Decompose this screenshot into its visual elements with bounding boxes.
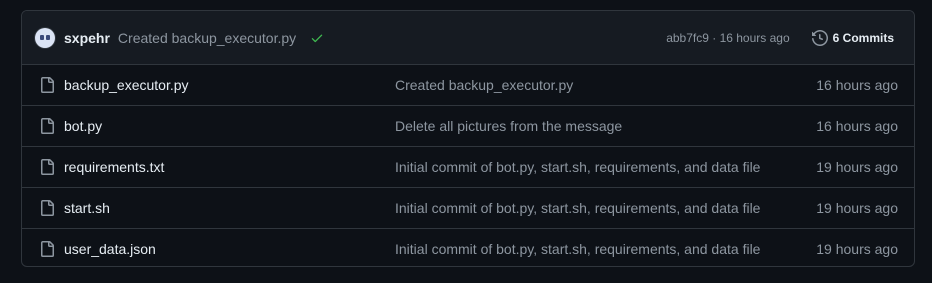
file-commit-time: 16 hours ago bbox=[816, 118, 898, 134]
file-commit-time: 19 hours ago bbox=[816, 241, 898, 257]
file-commit-message[interactable]: Initial commit of bot.py, start.sh, requ… bbox=[395, 241, 816, 257]
file-icon bbox=[39, 77, 55, 93]
file-name-link[interactable]: requirements.txt bbox=[64, 159, 395, 175]
latest-commit-bar: sxpehr Created backup_executor.py abb7fc… bbox=[22, 11, 914, 65]
commit-time: 16 hours ago bbox=[719, 30, 790, 45]
author-avatar[interactable] bbox=[35, 27, 55, 48]
file-commit-message[interactable]: Created backup_executor.py bbox=[395, 77, 816, 93]
file-commit-time: 19 hours ago bbox=[816, 159, 898, 175]
file-browser: sxpehr Created backup_executor.py abb7fc… bbox=[21, 10, 915, 267]
commits-history-button[interactable]: 6 Commits bbox=[806, 26, 900, 50]
file-name-link[interactable]: start.sh bbox=[64, 200, 395, 216]
commit-author[interactable]: sxpehr bbox=[64, 30, 110, 46]
file-row: backup_executor.py Created backup_execut… bbox=[22, 65, 914, 105]
file-icon bbox=[39, 200, 55, 216]
file-name-link[interactable]: user_data.json bbox=[64, 241, 395, 257]
history-icon bbox=[811, 29, 828, 46]
file-icon bbox=[39, 159, 55, 175]
commit-sha-time: abb7fc9 · 16 hours ago bbox=[666, 31, 789, 45]
commit-sha[interactable]: abb7fc9 bbox=[666, 31, 709, 45]
separator: · bbox=[708, 30, 720, 45]
file-row: requirements.txt Initial commit of bot.p… bbox=[22, 146, 914, 187]
file-name-link[interactable]: backup_executor.py bbox=[64, 77, 395, 93]
file-list: backup_executor.py Created backup_execut… bbox=[22, 65, 914, 266]
file-row: user_data.json Initial commit of bot.py,… bbox=[22, 228, 914, 266]
file-commit-message[interactable]: Initial commit of bot.py, start.sh, requ… bbox=[395, 159, 816, 175]
check-icon[interactable] bbox=[310, 31, 324, 45]
file-icon bbox=[39, 241, 55, 257]
file-row: start.sh Initial commit of bot.py, start… bbox=[22, 187, 914, 228]
commit-message[interactable]: Created backup_executor.py bbox=[118, 30, 296, 46]
file-commit-time: 16 hours ago bbox=[816, 77, 898, 93]
commits-count: 6 Commits bbox=[832, 30, 894, 45]
file-name-link[interactable]: bot.py bbox=[64, 118, 395, 134]
file-commit-time: 19 hours ago bbox=[816, 200, 898, 216]
file-icon bbox=[39, 118, 55, 134]
file-commit-message[interactable]: Initial commit of bot.py, start.sh, requ… bbox=[395, 200, 816, 216]
file-row: bot.py Delete all pictures from the mess… bbox=[22, 105, 914, 146]
file-commit-message[interactable]: Delete all pictures from the message bbox=[395, 118, 816, 134]
